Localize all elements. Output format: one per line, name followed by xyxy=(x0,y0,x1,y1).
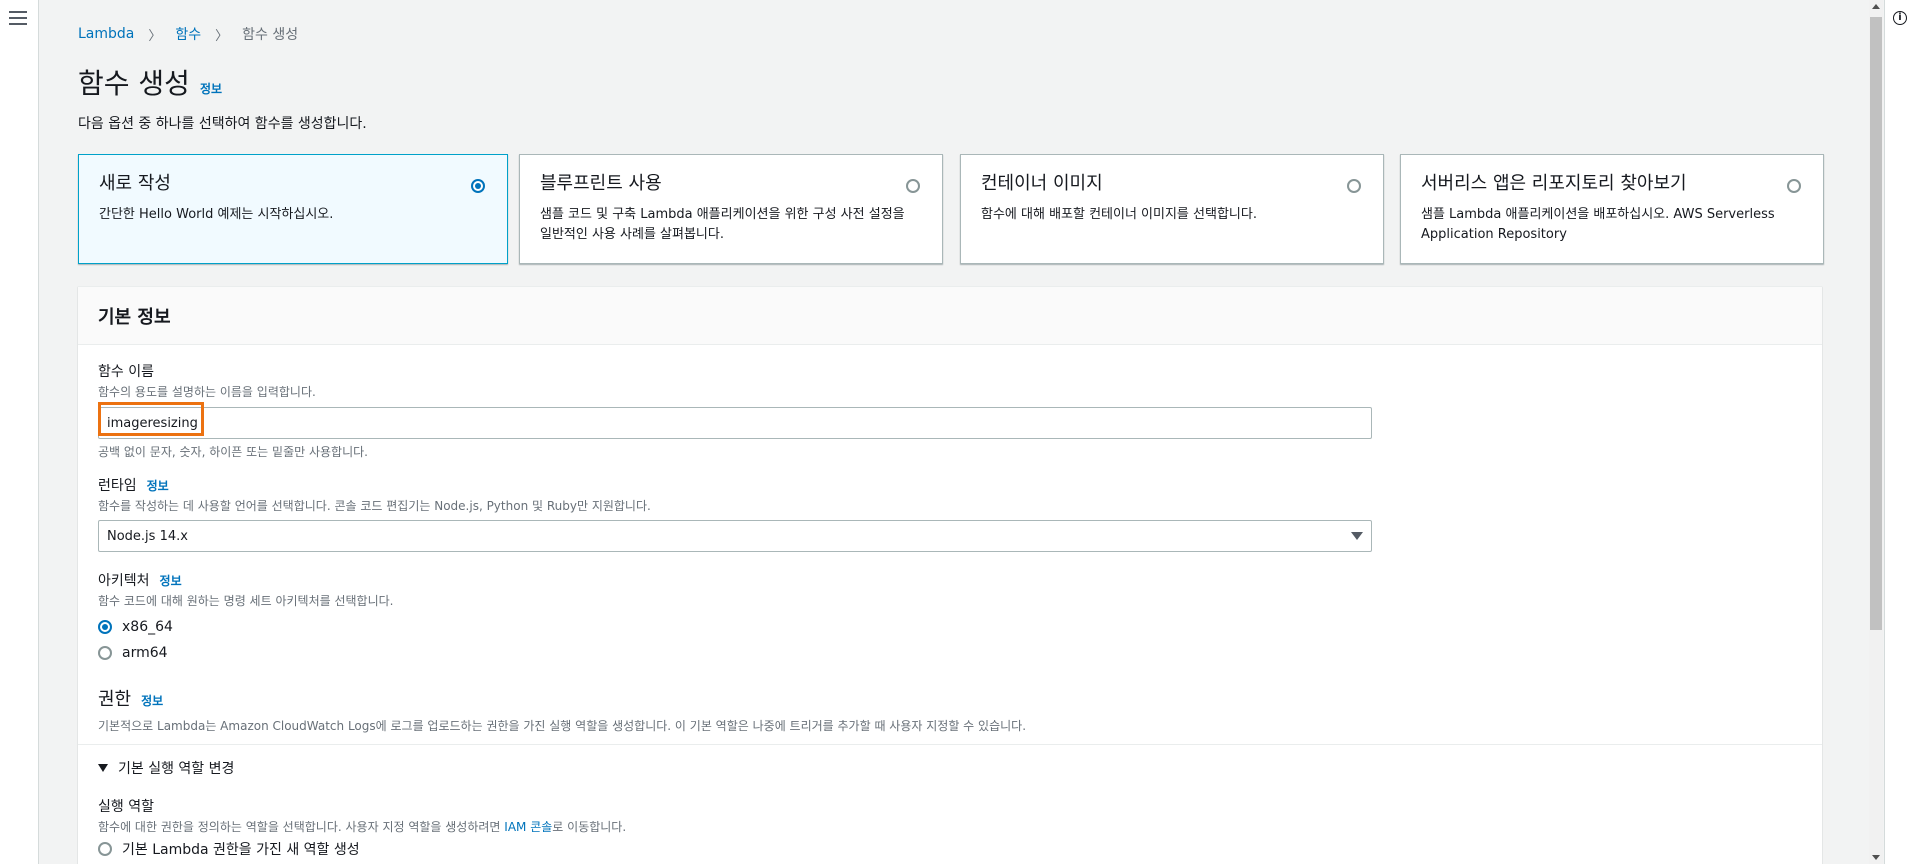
option-title: 블루프린트 사용 xyxy=(540,173,662,194)
radio-new-role[interactable] xyxy=(98,842,112,856)
option-container-image[interactable]: 컨테이너 이미지 함수에 대해 배포할 컨테이너 이미지를 선택합니다. xyxy=(960,154,1384,264)
breadcrumb: Lambda 〉 함수 〉 함수 생성 xyxy=(78,24,298,44)
architecture-option-label: arm64 xyxy=(122,645,168,661)
permissions-title-row: 권한 정보 xyxy=(98,685,1026,711)
option-description: 샘플 Lambda 애플리케이션을 배포하십시오. AWS Serverless… xyxy=(1421,207,1775,242)
runtime-label-row: 런타임 정보 xyxy=(98,475,1372,495)
architecture-field: 아키텍처 정보 함수 코드에 대해 원하는 명령 세트 아키텍처를 선택합니다.… xyxy=(98,570,393,661)
permissions-info-link[interactable]: 정보 xyxy=(141,692,163,709)
execution-role-description: 함수에 대한 권한을 정의하는 역할을 선택합니다. 사용자 지정 역할을 생성… xyxy=(98,818,626,835)
menu-icon[interactable] xyxy=(9,11,27,25)
breadcrumb-current: 함수 생성 xyxy=(242,27,299,43)
scroll-up-arrow-icon[interactable] xyxy=(1872,4,1880,9)
architecture-option-label: x86_64 xyxy=(122,619,173,635)
basic-info-panel: 기본 정보 함수 이름 함수의 용도를 설명하는 이름을 입력합니다. 공백 없… xyxy=(78,286,1822,864)
function-name-label: 함수 이름 xyxy=(98,364,154,380)
architecture-option-arm64[interactable]: arm64 xyxy=(98,645,393,661)
page-header: 함수 생성 정보 xyxy=(78,62,222,102)
runtime-select[interactable]: Node.js 14.x xyxy=(98,520,1372,552)
panel-header: 기본 정보 xyxy=(78,287,1822,345)
function-name-description: 함수의 용도를 설명하는 이름을 입력합니다. xyxy=(98,385,316,399)
architecture-option-x86[interactable]: x86_64 xyxy=(98,619,393,635)
runtime-info-link[interactable]: 정보 xyxy=(147,477,169,494)
iam-console-link[interactable]: IAM 콘솔 xyxy=(504,820,552,834)
function-name-field: 함수 이름 함수의 용도를 설명하는 이름을 입력합니다. 공백 없이 문자, … xyxy=(98,361,1372,460)
function-name-hint: 공백 없이 문자, 숫자, 하이픈 또는 밑줄만 사용합니다. xyxy=(98,445,368,459)
runtime-field: 런타임 정보 함수를 작성하는 데 사용할 언어를 선택합니다. 콘솔 코드 편… xyxy=(98,475,1372,552)
change-default-role-expander[interactable]: 기본 실행 역할 변경 xyxy=(98,758,234,778)
page-info-link[interactable]: 정보 xyxy=(200,80,222,97)
info-icon[interactable]: i xyxy=(1893,11,1907,25)
option-description: 샘플 코드 및 구축 Lambda 애플리케이션을 위한 구성 사전 설정을 일… xyxy=(540,207,905,242)
runtime-label: 런타임 xyxy=(98,478,137,494)
page-description: 다음 옵션 중 하나를 선택하여 함수를 생성합니다. xyxy=(78,116,367,132)
divider xyxy=(78,744,1822,745)
function-name-input[interactable] xyxy=(98,407,1372,439)
chevron-right-icon: 〉 xyxy=(148,28,162,44)
architecture-label-row: 아키텍처 정보 xyxy=(98,570,393,590)
caret-down-icon xyxy=(98,764,108,772)
role-option-label: 기본 Lambda 권한을 가진 새 역할 생성 xyxy=(122,842,360,858)
architecture-info-link[interactable]: 정보 xyxy=(160,572,182,589)
execution-role-desc-prefix: 함수에 대한 권한을 정의하는 역할을 선택합니다. 사용자 지정 역할을 생성… xyxy=(98,820,505,834)
permissions-description: 기본적으로 Lambda는 Amazon CloudWatch Logs에 로그… xyxy=(98,719,1027,733)
option-description: 간단한 Hello World 예제는 시작하십시오. xyxy=(99,207,334,222)
breadcrumb-functions[interactable]: 함수 xyxy=(175,24,201,44)
breadcrumb-lambda[interactable]: Lambda xyxy=(78,26,134,42)
chevron-right-icon: 〉 xyxy=(215,28,229,44)
option-radio[interactable] xyxy=(1787,179,1801,193)
option-radio[interactable] xyxy=(906,179,920,193)
option-serverless-app-repository[interactable]: 서버리스 앱은 리포지토리 찾아보기 샘플 Lambda 애플리케이션을 배포하… xyxy=(1400,154,1824,264)
option-title: 서버리스 앱은 리포지토리 찾아보기 xyxy=(1421,173,1687,194)
architecture-label: 아키텍처 xyxy=(98,573,150,589)
option-description: 함수에 대해 배포할 컨테이너 이미지를 선택합니다. xyxy=(981,207,1257,222)
scroll-down-arrow-icon[interactable] xyxy=(1872,855,1880,860)
runtime-description: 함수를 작성하는 데 사용할 언어를 선택합니다. 콘솔 코드 편집기는 Nod… xyxy=(98,499,651,513)
execution-role-label: 실행 역할 xyxy=(98,799,154,815)
option-title: 컨테이너 이미지 xyxy=(981,173,1103,194)
page-title: 함수 생성 xyxy=(78,67,190,100)
option-author-from-scratch[interactable]: 새로 작성 간단한 Hello World 예제는 시작하십시오. xyxy=(78,154,508,264)
expander-label: 기본 실행 역할 변경 xyxy=(118,761,235,777)
option-title: 새로 작성 xyxy=(99,173,171,194)
scrollbar[interactable] xyxy=(1869,0,1883,864)
execution-role-desc-suffix: 로 이동합니다. xyxy=(552,820,627,834)
option-radio[interactable] xyxy=(1347,179,1361,193)
right-tools-rail: i xyxy=(1884,0,1914,864)
scroll-thumb[interactable] xyxy=(1870,17,1882,630)
runtime-selected-value: Node.js 14.x xyxy=(107,528,188,544)
architecture-description: 함수 코드에 대해 원하는 명령 세트 아키텍처를 선택합니다. xyxy=(98,594,394,608)
caret-down-icon xyxy=(1351,532,1363,540)
radio-arm64[interactable] xyxy=(98,646,112,660)
permissions-title: 권한 xyxy=(98,689,132,710)
role-option-new[interactable]: 기본 Lambda 권한을 가진 새 역할 생성 xyxy=(98,839,626,859)
option-radio[interactable] xyxy=(471,179,485,193)
panel-title: 기본 정보 xyxy=(98,307,171,328)
option-use-blueprint[interactable]: 블루프린트 사용 샘플 코드 및 구축 Lambda 애플리케이션을 위한 구성… xyxy=(519,154,943,264)
permissions-section: 권한 정보 기본적으로 Lambda는 Amazon CloudWatch Lo… xyxy=(98,685,1026,734)
execution-role-field: 실행 역할 함수에 대한 권한을 정의하는 역할을 선택합니다. 사용자 지정 … xyxy=(98,796,626,859)
left-nav-rail xyxy=(0,0,39,864)
radio-x86[interactable] xyxy=(98,620,112,634)
